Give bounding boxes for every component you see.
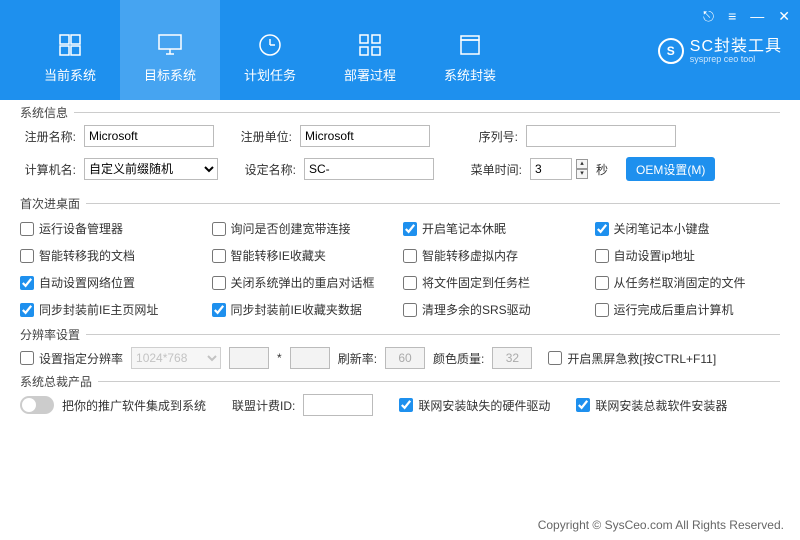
section-president-products: 系统总裁产品 把你的推广软件集成到系统 联盟计费ID: 联网安装缺失的硬件驱动 … bbox=[20, 381, 780, 422]
titlebar-controls: ⎋ ≡ — ✕ bbox=[703, 8, 790, 25]
width-input[interactable] bbox=[229, 347, 269, 369]
firstboot-checkbox-13[interactable]: 同步封装前IE收藏夹数据 bbox=[212, 301, 398, 318]
menu-icon[interactable]: ≡ bbox=[728, 8, 736, 25]
tab-system-seal[interactable]: 系统封装 bbox=[420, 0, 520, 100]
firstboot-checkbox-14[interactable]: 清理多余的SRS驱动 bbox=[403, 301, 589, 318]
colorq-label: 颜色质量: bbox=[433, 350, 484, 367]
tab-label: 部署过程 bbox=[344, 65, 396, 84]
tab-label: 计划任务 bbox=[244, 65, 296, 84]
tab-scheduled-tasks[interactable]: 计划任务 bbox=[220, 0, 320, 100]
logo-main: SC封装工具 bbox=[690, 39, 782, 55]
firstboot-checkbox-0[interactable]: 运行设备管理器 bbox=[20, 220, 206, 237]
firstboot-checkbox-3[interactable]: 关闭笔记本小键盘 bbox=[595, 220, 781, 237]
main-tabs: 当前系统 目标系统 计划任务 部署过程 系统封装 bbox=[0, 0, 520, 100]
set-name-label: 设定名称: bbox=[240, 161, 296, 178]
firstboot-checkbox-6[interactable]: 智能转移虚拟内存 bbox=[403, 247, 589, 264]
computer-name-select[interactable]: 自定义前缀随机 bbox=[84, 158, 218, 180]
menu-time-input[interactable] bbox=[530, 158, 572, 180]
legend: 系统信息 bbox=[20, 104, 74, 121]
section-first-boot: 首次进桌面 运行设备管理器询问是否创建宽带连接开启笔记本休眠关闭笔记本小键盘智能… bbox=[20, 203, 780, 328]
tab-deploy-process[interactable]: 部署过程 bbox=[320, 0, 420, 100]
net-soft-checkbox[interactable]: 联网安装总裁软件安装器 bbox=[576, 397, 727, 414]
reg-name-label: 注册名称: bbox=[20, 128, 76, 145]
monitor-icon bbox=[156, 31, 184, 59]
tab-label: 目标系统 bbox=[144, 65, 196, 84]
firstboot-checkbox-12[interactable]: 同步封装前IE主页网址 bbox=[20, 301, 206, 318]
height-input[interactable] bbox=[290, 347, 330, 369]
package-icon bbox=[457, 31, 483, 59]
reg-unit-label: 注册单位: bbox=[236, 128, 292, 145]
times-label: * bbox=[277, 351, 282, 365]
blackscreen-checkbox[interactable]: 开启黑屏急救[按CTRL+F11] bbox=[548, 350, 716, 367]
legend: 系统总裁产品 bbox=[20, 373, 98, 390]
firstboot-checkbox-1[interactable]: 询问是否创建宽带连接 bbox=[212, 220, 398, 237]
tab-label: 当前系统 bbox=[44, 65, 96, 84]
logo-sub: sysprep ceo tool bbox=[690, 55, 782, 64]
logo-icon: S bbox=[658, 38, 684, 64]
firstboot-checkbox-2[interactable]: 开启笔记本休眠 bbox=[403, 220, 589, 237]
firstboot-checkbox-11[interactable]: 从任务栏取消固定的文件 bbox=[595, 274, 781, 291]
refresh-input[interactable] bbox=[385, 347, 425, 369]
firstboot-checkbox-10[interactable]: 将文件固定到任务栏 bbox=[403, 274, 589, 291]
firstboot-checkbox-7[interactable]: 自动设置ip地址 bbox=[595, 247, 781, 264]
firstboot-checkbox-5[interactable]: 智能转移IE收藏夹 bbox=[212, 247, 398, 264]
set-resolution-checkbox[interactable]: 设置指定分辨率 bbox=[20, 350, 123, 367]
colorq-input[interactable] bbox=[492, 347, 532, 369]
firstboot-checkbox-9[interactable]: 关闭系统弹出的重启对话框 bbox=[212, 274, 398, 291]
firstboot-checkbox-15[interactable]: 运行完成后重启计算机 bbox=[595, 301, 781, 318]
tab-target-system[interactable]: 目标系统 bbox=[120, 0, 220, 100]
chevron-down-icon[interactable]: ▾ bbox=[576, 169, 588, 179]
serial-label: 序列号: bbox=[462, 128, 518, 145]
footer-copyright: Copyright © SysCeo.com All Rights Reserv… bbox=[538, 518, 784, 532]
union-id-label: 联盟计费ID: bbox=[232, 397, 295, 414]
tab-label: 系统封装 bbox=[444, 65, 496, 84]
reg-name-input[interactable] bbox=[84, 125, 214, 147]
resolution-preset-select[interactable]: 1024*768 bbox=[131, 347, 221, 369]
minimize-icon[interactable]: — bbox=[750, 8, 764, 25]
computer-name-label: 计算机名: bbox=[20, 161, 76, 178]
chevron-up-icon[interactable]: ▴ bbox=[576, 159, 588, 169]
clock-icon bbox=[257, 31, 283, 59]
grid-icon bbox=[357, 31, 383, 59]
set-name-input[interactable] bbox=[304, 158, 434, 180]
header: ⎋ ≡ — ✕ 当前系统 目标系统 计划任务 部署过程 系统封装 S SC封装工… bbox=[0, 0, 800, 100]
firstboot-checkbox-8[interactable]: 自动设置网络位置 bbox=[20, 274, 206, 291]
legend: 首次进桌面 bbox=[20, 195, 86, 212]
close-icon[interactable]: ✕ bbox=[778, 8, 790, 25]
oem-settings-button[interactable]: OEM设置(M) bbox=[626, 157, 715, 181]
content: 系统信息 注册名称: 注册单位: 序列号: 计算机名: 自定义前缀随机 设定名称… bbox=[0, 100, 800, 432]
seconds-label: 秒 bbox=[596, 161, 608, 178]
net-driver-checkbox[interactable]: 联网安装缺失的硬件驱动 bbox=[399, 397, 550, 414]
tab-current-system[interactable]: 当前系统 bbox=[20, 0, 120, 100]
menu-time-label: 菜单时间: bbox=[466, 161, 522, 178]
user-icon[interactable]: ⎋ bbox=[703, 8, 714, 25]
section-resolution: 分辨率设置 设置指定分辨率 1024*768 * 刷新率: 颜色质量: 开启黑屏… bbox=[20, 334, 780, 375]
legend: 分辨率设置 bbox=[20, 326, 86, 343]
section-system-info: 系统信息 注册名称: 注册单位: 序列号: 计算机名: 自定义前缀随机 设定名称… bbox=[20, 112, 780, 197]
firstboot-checkbox-4[interactable]: 智能转移我的文档 bbox=[20, 247, 206, 264]
serial-input[interactable] bbox=[526, 125, 676, 147]
logo: S SC封装工具 sysprep ceo tool bbox=[658, 38, 782, 64]
refresh-label: 刷新率: bbox=[338, 350, 377, 367]
menu-time-spinner[interactable]: ▴▾ bbox=[576, 159, 588, 179]
reg-unit-input[interactable] bbox=[300, 125, 430, 147]
union-id-input[interactable] bbox=[303, 394, 373, 416]
windows-icon bbox=[57, 31, 83, 59]
integrate-label: 把你的推广软件集成到系统 bbox=[62, 397, 206, 414]
integrate-toggle[interactable] bbox=[20, 396, 54, 414]
